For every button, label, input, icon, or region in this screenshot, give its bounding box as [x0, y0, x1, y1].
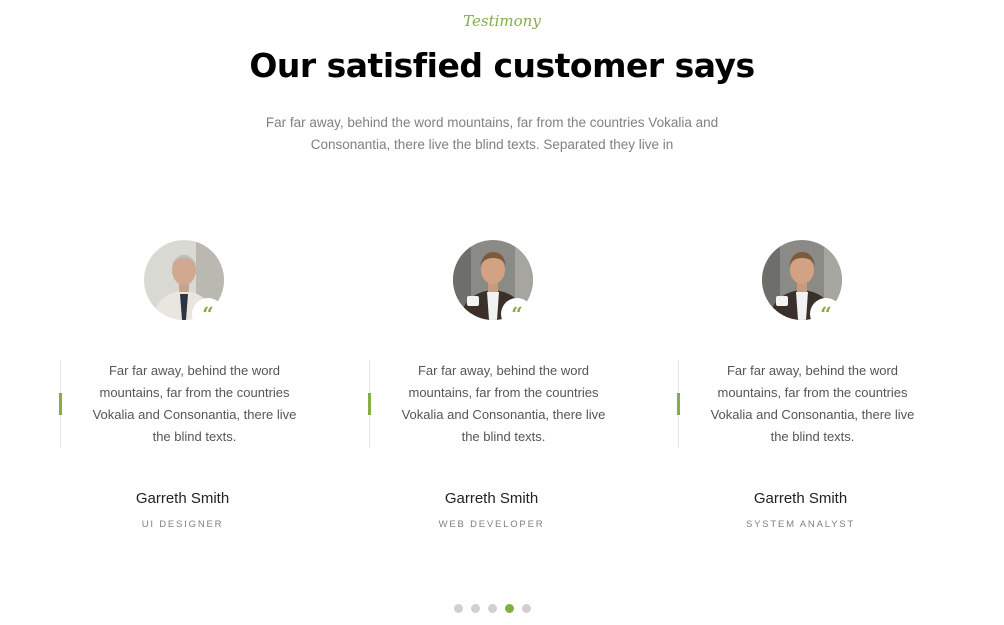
- quote-accent-bar: [677, 393, 680, 415]
- section-subheading: Testimony: [463, 12, 541, 30]
- testimonial-card: “ Far far away, behind the word mountain…: [677, 240, 943, 540]
- customer-position: SYSTEM ANALYST: [746, 519, 855, 530]
- carousel-dot-2[interactable]: [471, 604, 480, 613]
- customer-name: Garreth Smith: [753, 490, 848, 507]
- quote-block: Far far away, behind the word mountains,…: [368, 360, 633, 448]
- customer-name: Garreth Smith: [135, 490, 230, 507]
- carousel-dot-1[interactable]: [454, 604, 463, 613]
- carousel-pagination: [454, 604, 531, 613]
- quote-block: Far far away, behind the word mountains,…: [59, 360, 324, 448]
- carousel-dot-4[interactable]: [505, 604, 514, 613]
- carousel-dot-5[interactable]: [522, 604, 531, 613]
- testimonial-quote: Far far away, behind the word mountains,…: [710, 363, 915, 444]
- testimonial-quote: Far far away, behind the word mountains,…: [401, 363, 606, 444]
- customer-position: UI DESIGNER: [141, 519, 224, 530]
- carousel-dot-3[interactable]: [488, 604, 497, 613]
- section-heading: Our satisfied customer says: [249, 46, 755, 85]
- quote-icon: “: [501, 298, 533, 330]
- quote-icon: “: [810, 298, 842, 330]
- section-intro: Far far away, behind the word mountains,…: [265, 115, 719, 152]
- quote-accent-bar: [59, 393, 62, 415]
- customer-position: WEB DEVELOPER: [438, 519, 545, 530]
- quote-block: Far far away, behind the word mountains,…: [677, 360, 942, 448]
- quote-icon: “: [192, 298, 224, 330]
- testimonial-card: “ Far far away, behind the word mountain…: [368, 240, 634, 540]
- testimonial-card: “ Far far away, behind the word mountain…: [59, 240, 325, 540]
- quote-accent-bar: [368, 393, 371, 415]
- customer-name: Garreth Smith: [444, 490, 539, 507]
- testimonial-quote: Far far away, behind the word mountains,…: [92, 363, 297, 444]
